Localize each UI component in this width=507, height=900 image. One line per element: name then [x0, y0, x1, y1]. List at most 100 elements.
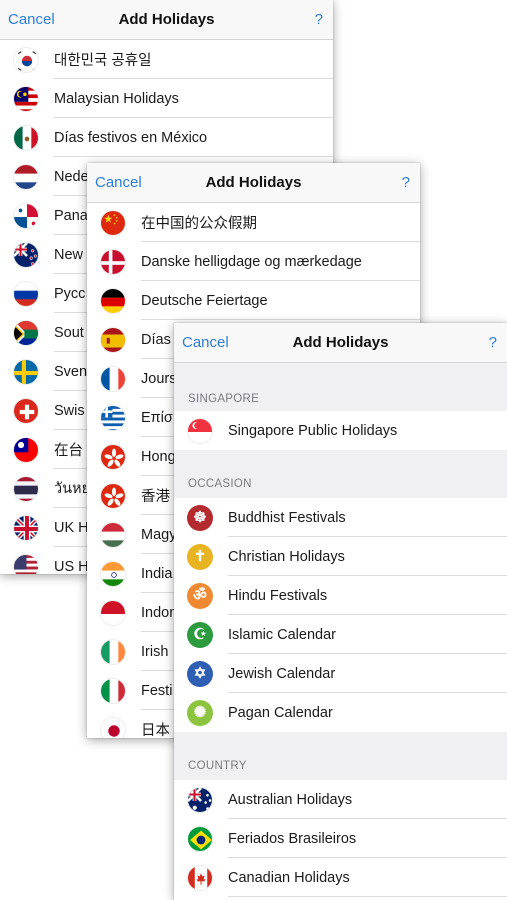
list-item-label: US H: [54, 558, 89, 575]
list-item-label: 香港: [141, 489, 170, 505]
list-item[interactable]: ☸ Buddhist Festivals: [174, 498, 507, 537]
list-item[interactable]: Malaysian Holidays: [0, 79, 333, 118]
help-button[interactable]: ?: [489, 334, 497, 351]
list-item-label: 日本: [141, 723, 170, 738]
list-item-label: Sout: [54, 324, 84, 341]
section-group: Singapore Public Holidays: [174, 411, 507, 450]
list-item[interactable]: Deutsche Feiertage: [87, 281, 420, 320]
add-holidays-panel-front: Cancel Add Holidays ? SINGAPORE Singapore…: [174, 323, 507, 900]
list-item-label: Buddhist Festivals: [228, 509, 346, 526]
list-item-label: วันหยุ: [54, 481, 91, 497]
nav-title: Add Holidays: [205, 174, 302, 191]
mexico-flag-icon: [13, 124, 39, 151]
list-item[interactable]: ☪ Islamic Calendar: [174, 615, 507, 654]
section-group: ☸ Buddhist Festivals ✝ Christian Holidays ॐ H…: [174, 498, 507, 732]
holiday-sectioned-list: SINGAPORE Singapore Public Holidays OCCASI…: [174, 363, 507, 900]
dharma-wheel-icon: ☸: [187, 504, 213, 531]
denmark-flag-icon: [100, 248, 126, 275]
list-item-label: Επίσ: [141, 409, 173, 426]
indonesia-flag-icon: [100, 599, 126, 626]
section-header: SINGAPORE: [174, 363, 507, 411]
list-item[interactable]: 대한민국 공휴일: [0, 40, 333, 79]
list-item[interactable]: ✺ Pagan Calendar: [174, 693, 507, 732]
hungary-flag-icon: [100, 521, 126, 548]
list-item-label: Christian Holidays: [228, 548, 345, 565]
list-item-label: Canadian Holidays: [228, 869, 350, 886]
pagan-wheel-icon: ✺: [187, 699, 213, 726]
om-icon: ॐ: [187, 582, 213, 609]
list-item[interactable]: Singapore Public Holidays: [174, 411, 507, 450]
china-flag-icon: [100, 209, 126, 236]
list-item-label: India: [141, 565, 173, 582]
japan-flag-icon: [100, 716, 126, 738]
list-item[interactable]: Días festivos en México: [0, 118, 333, 157]
list-item[interactable]: Danske helligdage og mærkedage: [87, 242, 420, 281]
list-item[interactable]: Canadian Holidays: [174, 858, 507, 897]
list-item-label: Días festivos en México: [54, 129, 208, 146]
south-africa-flag-icon: [13, 319, 39, 346]
section-group: Australian Holidays Feriados Brasileiros C…: [174, 780, 507, 900]
spain-flag-icon: [100, 326, 126, 353]
brazil-flag-icon: [187, 825, 213, 852]
navigation-bar: Cancel Add Holidays ?: [0, 0, 333, 40]
australia-flag-icon: [187, 786, 213, 813]
list-item-label: 在台: [54, 443, 83, 459]
list-item-label: Pagan Calendar: [228, 704, 333, 721]
list-item[interactable]: ॐ Hindu Festivals: [174, 576, 507, 615]
russia-flag-icon: [13, 280, 39, 307]
help-button[interactable]: ?: [402, 174, 410, 191]
section-header: OCCASION: [174, 450, 507, 498]
cross-icon: ✝: [187, 543, 213, 570]
thailand-flag-icon: [13, 475, 39, 502]
taiwan-flag-icon: [13, 436, 39, 463]
list-item-label: 대한민국 공휴일: [54, 53, 152, 69]
list-item-label: New: [54, 246, 84, 263]
list-item-label: Australian Holidays: [228, 791, 353, 808]
list-item[interactable]: Australian Holidays: [174, 780, 507, 819]
list-item-label: Swis: [54, 402, 85, 419]
list-item[interactable]: ✡ Jewish Calendar: [174, 654, 507, 693]
italy-flag-icon: [100, 677, 126, 704]
list-item[interactable]: ✝ Christian Holidays: [174, 537, 507, 576]
list-item-label: Hindu Festivals: [228, 587, 328, 604]
list-item-label: Irish: [141, 643, 169, 660]
switzerland-flag-icon: [13, 397, 39, 424]
list-item-label: Indon: [141, 604, 178, 621]
sweden-flag-icon: [13, 358, 39, 385]
netherlands-flag-icon: [13, 163, 39, 190]
india-flag-icon: [100, 560, 126, 587]
navigation-bar: Cancel Add Holidays ?: [87, 163, 420, 203]
help-button[interactable]: ?: [315, 11, 323, 28]
list-item[interactable]: Feriados Brasileiros: [174, 819, 507, 858]
us-flag-icon: [13, 553, 39, 574]
list-item-label: Hong: [141, 448, 176, 465]
navigation-bar: Cancel Add Holidays ?: [174, 323, 507, 363]
section-header: COUNTRY: [174, 732, 507, 780]
list-item-label: Jewish Calendar: [228, 665, 336, 682]
list-item-label: Pycc: [54, 285, 86, 302]
list-item-label: Magy: [141, 526, 177, 543]
list-item-label: Deutsche Feiertage: [141, 292, 268, 309]
canada-flag-icon: [187, 864, 213, 891]
hong-kong-flag-icon: [100, 482, 126, 509]
malaysia-flag-icon: [13, 85, 39, 112]
greece-flag-icon: [100, 404, 126, 431]
new-zealand-flag-icon: [13, 241, 39, 268]
nav-title: Add Holidays: [118, 11, 215, 28]
list-item-label: Pana: [54, 207, 88, 224]
list-item[interactable]: 在中国的公众假期: [87, 203, 420, 242]
hong-kong-flag-icon: [100, 443, 126, 470]
list-item-label: Singapore Public Holidays: [228, 422, 398, 439]
france-flag-icon: [100, 365, 126, 392]
list-item-label: Danske helligdage og mærkedage: [141, 253, 362, 270]
list-item-label: Jours: [141, 370, 177, 387]
list-item-label: 在中国的公众假期: [141, 216, 257, 232]
list-item-label: Nede: [54, 168, 89, 185]
nav-title: Add Holidays: [292, 334, 389, 351]
star-of-david-icon: ✡: [187, 660, 213, 687]
list-item-label: Islamic Calendar: [228, 626, 336, 643]
list-item-label: Malaysian Holidays: [54, 90, 179, 107]
germany-flag-icon: [100, 287, 126, 314]
singapore-flag-icon: [187, 417, 213, 444]
crescent-icon: ☪: [187, 621, 213, 648]
